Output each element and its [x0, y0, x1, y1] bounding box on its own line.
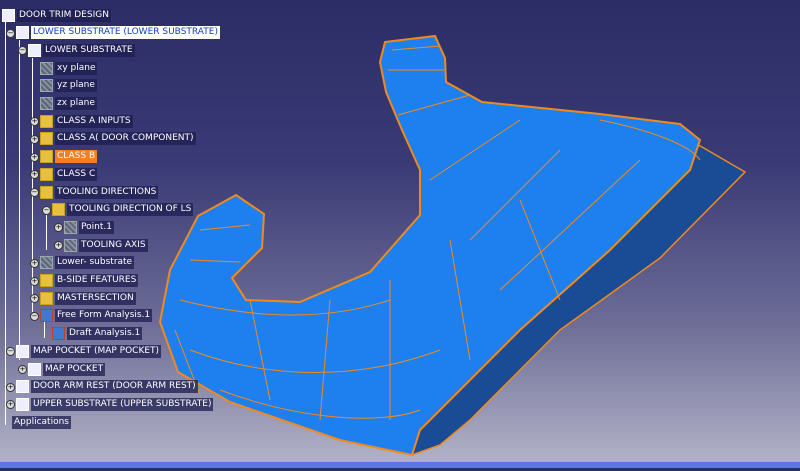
tree-item-label: UPPER SUBSTRATE (UPPER SUBSTRATE): [31, 397, 214, 411]
geometrical-set-icon: [40, 150, 53, 164]
tree-item[interactable]: zx plane: [40, 96, 97, 112]
tree-item-label: DOOR TRIM DESIGN: [17, 8, 111, 22]
tree-item-label: Free Form Analysis.1: [55, 309, 153, 323]
expand-icon[interactable]: +: [30, 134, 39, 144]
geometrical-set-icon: [40, 291, 53, 305]
plane-icon: [40, 79, 53, 93]
tree-item[interactable]: − MAP POCKET (MAP POCKET): [6, 343, 162, 359]
expand-icon[interactable]: +: [30, 117, 39, 127]
tree-item[interactable]: + B-SIDE FEATURES: [30, 273, 139, 289]
tree-item[interactable]: + TOOLING AXIS: [54, 237, 148, 253]
tree-item-label: Draft Analysis.1: [67, 327, 143, 341]
tree-item-label: MASTERSECTION: [55, 291, 136, 305]
tree-item[interactable]: − LOWER SUBSTRATE: [18, 42, 135, 58]
plane-icon: [40, 61, 53, 75]
tree-item[interactable]: + CLASS C: [30, 166, 98, 182]
geometrical-set-icon: [40, 167, 53, 181]
collapse-icon[interactable]: −: [30, 188, 39, 197]
tree-item-label: DOOR ARM REST (DOOR ARM REST): [31, 380, 198, 394]
tree-item-label: LOWER SUBSTRATE: [43, 43, 135, 57]
collapse-icon[interactable]: −: [42, 205, 51, 215]
tree-item[interactable]: − TOOLING DIRECTIONS: [30, 184, 159, 200]
expand-icon[interactable]: +: [54, 223, 63, 233]
tree-connector: [44, 322, 45, 338]
expand-icon[interactable]: +: [18, 365, 27, 374]
tree-item[interactable]: DOOR TRIM DESIGN: [2, 7, 111, 23]
collapse-icon[interactable]: −: [18, 46, 27, 56]
expand-icon[interactable]: +: [6, 400, 15, 410]
product-icon: [16, 344, 29, 358]
collapse-icon[interactable]: −: [6, 28, 15, 38]
tree-item[interactable]: + CLASS B: [30, 149, 98, 165]
tree-item-label: Point.1: [79, 220, 114, 234]
tree-item[interactable]: − Free Form Analysis.1: [30, 308, 153, 324]
expand-icon[interactable]: +: [54, 241, 63, 251]
collapse-icon[interactable]: −: [6, 347, 15, 357]
body-icon: [40, 256, 53, 270]
analysis-icon: [40, 309, 53, 323]
part-icon: [28, 362, 41, 376]
expand-icon[interactable]: +: [30, 294, 39, 304]
tree-item[interactable]: yz plane: [40, 78, 97, 94]
tree-item[interactable]: + Lower- substrate: [30, 255, 135, 271]
tree-item-label: Applications: [12, 415, 71, 429]
product-icon: [16, 380, 29, 394]
part-icon: [28, 43, 41, 57]
tree-item[interactable]: xy plane: [40, 60, 98, 76]
product-icon: [16, 397, 29, 411]
geometrical-set-icon: [40, 114, 53, 128]
tree-item[interactable]: + MAP POCKET: [18, 361, 106, 377]
expand-icon[interactable]: +: [30, 170, 39, 180]
expand-icon[interactable]: +: [30, 258, 39, 268]
tree-item-label: TOOLING DIRECTION OF LS: [67, 203, 194, 217]
tree-item-label: CLASS C: [55, 167, 98, 181]
tree-item[interactable]: Applications: [12, 414, 71, 430]
tree-item-label: MAP POCKET (MAP POCKET): [31, 344, 162, 358]
specification-tree[interactable]: DOOR TRIM DESIGN − LOWER SUBSTRATE (LOWER …: [0, 0, 221, 440]
collapse-icon[interactable]: −: [30, 311, 39, 321]
draft-analysis-icon: [52, 327, 65, 341]
tree-connector: [46, 215, 47, 250]
tree-item-label: yz plane: [55, 79, 97, 93]
geometrical-set-icon: [40, 274, 53, 287]
expand-icon[interactable]: +: [6, 382, 15, 392]
tree-item-label: B-SIDE FEATURES: [55, 274, 139, 287]
tree-item[interactable]: + Point.1: [54, 219, 114, 235]
tree-item-label: MAP POCKET: [43, 362, 106, 376]
tree-item-label: TOOLING AXIS: [79, 238, 148, 252]
expand-icon[interactable]: +: [30, 276, 39, 286]
tree-connector: [32, 58, 33, 312]
tree-item-label: CLASS B: [55, 150, 98, 164]
tree-item[interactable]: + UPPER SUBSTRATE (UPPER SUBSTRATE): [6, 396, 214, 412]
tree-item-label: CLASS A( DOOR COMPONENT): [55, 132, 196, 146]
tree-item[interactable]: − TOOLING DIRECTION OF LS: [42, 202, 194, 218]
geometrical-set-icon: [52, 203, 65, 217]
plane-icon: [40, 97, 53, 110]
line-icon: [64, 238, 77, 252]
tree-item[interactable]: − LOWER SUBSTRATE (LOWER SUBSTRATE): [6, 25, 221, 41]
tree-item[interactable]: + MASTERSECTION: [30, 290, 136, 306]
tree-item[interactable]: + CLASS A( DOOR COMPONENT): [30, 131, 196, 147]
tree-item-label: CLASS A INPUTS: [55, 114, 133, 128]
tree-connector: [19, 40, 20, 360]
tree-item[interactable]: + DOOR ARM REST (DOOR ARM REST): [6, 379, 198, 395]
tree-item[interactable]: Draft Analysis.1: [52, 326, 143, 342]
tree-item-label: TOOLING DIRECTIONS: [55, 185, 159, 199]
expand-icon[interactable]: +: [30, 152, 39, 162]
tree-item[interactable]: + CLASS A INPUTS: [30, 113, 133, 129]
tree-item-label: zx plane: [55, 97, 97, 110]
product-icon: [16, 26, 29, 40]
geometrical-set-icon: [40, 185, 53, 199]
point-icon: [64, 220, 77, 234]
tree-item-label: LOWER SUBSTRATE (LOWER SUBSTRATE): [30, 25, 221, 41]
product-icon: [2, 8, 15, 22]
tree-connector: [5, 20, 6, 425]
geometrical-set-icon: [40, 132, 53, 146]
tree-item-label: Lower- substrate: [55, 256, 135, 270]
tree-item-label: xy plane: [55, 61, 98, 75]
